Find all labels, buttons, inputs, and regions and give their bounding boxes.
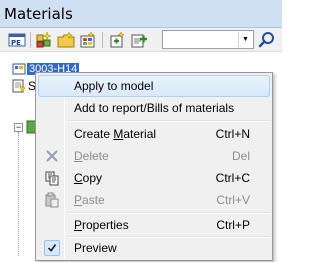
search-button[interactable] [258, 31, 276, 49]
new-material-icon [36, 31, 52, 48]
menu-item-shortcut: Ctrl+P [216, 218, 250, 232]
new-material-button[interactable] [35, 31, 53, 49]
window-title: Materials [0, 0, 282, 28]
menu-item-copy[interactable]: Copy Ctrl+C [38, 167, 270, 189]
add-button[interactable] [108, 31, 126, 49]
menu-item-properties[interactable]: Properties Ctrl+P [38, 214, 270, 236]
dropdown-arrow-icon[interactable]: ▼ [238, 32, 252, 47]
menu-item-shortcut: Del [231, 149, 250, 163]
menu-item-label: Preview [74, 241, 117, 255]
menu-item-label: Properties [74, 218, 129, 232]
menu-separator [68, 120, 270, 122]
menu-item-add-to-report[interactable]: Add to report/Bills of materials [38, 97, 270, 119]
properties-icon: PE [8, 33, 26, 47]
material-filter-combo[interactable]: ▼ [162, 30, 254, 49]
menu-item-label: Copy [74, 171, 103, 185]
search-icon [258, 32, 274, 48]
menu-item-label: Delete [74, 149, 109, 163]
menu-item-label: Apply to model [74, 79, 154, 93]
folder-icon [57, 31, 75, 48]
toolbar: PE ▼ [0, 28, 282, 52]
tree-item-icon [12, 79, 26, 93]
material-node-icon [12, 63, 26, 75]
menu-item-create-material[interactable]: Create Material Ctrl+N [38, 123, 270, 145]
delete-x-icon [46, 150, 58, 162]
menu-item-delete[interactable]: Delete Del [38, 145, 270, 167]
add-to-report-button[interactable] [130, 31, 148, 49]
menu-item-shortcut: Ctrl+N [215, 127, 250, 141]
menu-item-label: Add to report/Bills of materials [74, 101, 235, 115]
menu-item-shortcut: Ctrl+V [216, 193, 250, 207]
import-button[interactable] [79, 31, 97, 49]
menu-item-label: Paste [74, 193, 105, 207]
add-green-icon [110, 31, 125, 48]
copy-icon [45, 171, 59, 186]
menu-item-preview[interactable]: Preview [38, 237, 270, 259]
collapse-toggle-icon[interactable]: − [14, 123, 23, 132]
context-menu: Apply to model Add to report/Bills of ma… [35, 72, 273, 261]
checkmark-icon [44, 240, 60, 256]
menu-item-label: Create Material [74, 127, 157, 141]
add-to-report-icon [131, 34, 147, 48]
menu-item-shortcut: Ctrl+C [215, 171, 250, 185]
new-folder-button[interactable] [57, 31, 75, 49]
paste-icon [45, 192, 59, 208]
menu-item-paste[interactable]: Paste Ctrl+V [38, 189, 270, 211]
menu-item-apply-to-model[interactable]: Apply to model [38, 75, 270, 97]
import-icon [80, 31, 95, 48]
tree-connector-line [18, 132, 19, 256]
svg-text:PE: PE [11, 39, 21, 47]
properties-button[interactable]: PE [8, 31, 26, 49]
tree-node[interactable]: S [12, 79, 36, 93]
